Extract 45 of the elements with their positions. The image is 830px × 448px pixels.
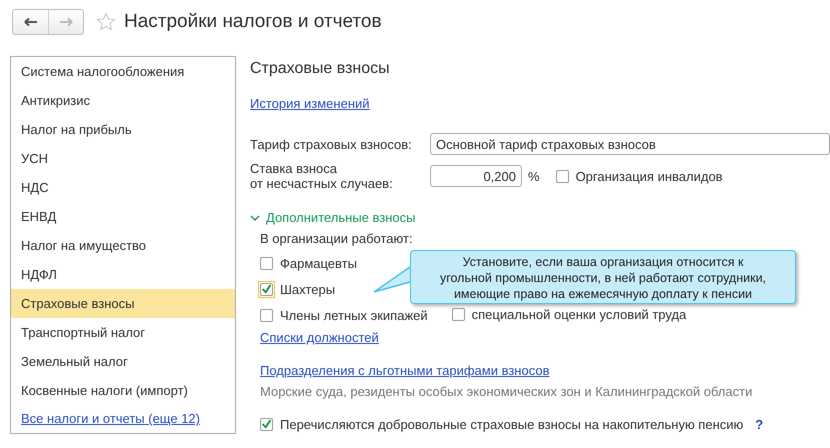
check-icon (261, 282, 272, 296)
units-note: Морские суда, резиденты особых экономических зон и Калининградской области (260, 384, 752, 399)
tooltip: Установите, если ваша организация относится к угольной промышленности, в ней работают сотрудники, имеющие право на ежемесячную доплату к пенсии (410, 250, 796, 304)
checkbox[interactable] (258, 254, 275, 272)
sidebar-item[interactable]: Налог на прибыль (11, 115, 235, 144)
sidebar-item[interactable]: Транспортный налог (11, 318, 235, 347)
sidebar-item[interactable]: Земельный налог (11, 347, 235, 376)
sidebar-item[interactable]: Система налогообложения (11, 57, 235, 86)
positions-link[interactable]: Списки должностей (260, 330, 379, 345)
help-link[interactable]: ? (755, 416, 764, 432)
checkbox-label: Перечисляются добровольные страховые взносы на накопительную пенсию (280, 416, 744, 432)
checkbox[interactable] (554, 168, 571, 184)
tariff-label: Тариф страховых взносов: (250, 136, 413, 152)
sidebar-item[interactable]: Антикризис (11, 86, 235, 115)
sidebar-item[interactable]: Косвенные налоги (импорт) (11, 376, 235, 405)
checkbox[interactable] (258, 306, 275, 324)
workers-label: В организации работают: (260, 231, 413, 246)
sidebar-item[interactable]: НДС (11, 173, 235, 202)
tariff-field[interactable]: Основной тариф страховых взносов (430, 133, 830, 155)
chevron-icon (250, 212, 260, 222)
history-link[interactable]: История изменений (250, 96, 370, 111)
window-title: Настройки налогов и отчетов (124, 11, 382, 33)
left-arrow-icon (24, 17, 38, 27)
check-icon (261, 417, 272, 431)
star-icon[interactable] (96, 12, 116, 32)
right-arrow-icon (59, 17, 73, 27)
sidebar-item[interactable]: ЕНВД (11, 202, 235, 231)
units-link[interactable]: Подразделения с льготными тарифами взносов (260, 363, 550, 378)
sidebar-item[interactable]: Страховые взносы (11, 289, 235, 318)
sidebar-item[interactable]: НДФЛ (11, 260, 235, 289)
checkbox-label: Фармацевты (280, 256, 357, 270)
sidebar-item[interactable]: УСН (11, 144, 235, 173)
checkbox-label: Организация инвалидов (576, 168, 723, 184)
rate-field[interactable]: 0,200 (430, 165, 522, 187)
checkbox-label: Шахтеры (280, 282, 336, 296)
checkbox[interactable] (450, 306, 467, 323)
rate-label: Ставка взноса от несчастных случаев: (250, 161, 394, 191)
checkbox-label: специальной оценки условий труда (472, 307, 686, 322)
checkbox[interactable] (258, 416, 275, 432)
checkbox[interactable] (258, 280, 275, 298)
section-heading: Страховые взносы (250, 60, 390, 78)
sidebar-item[interactable]: Налог на имущество (11, 231, 235, 260)
all-taxes-link[interactable]: Все налоги и отчеты (еще 12) (21, 411, 200, 426)
percent-label: % (528, 168, 540, 184)
checkbox-label: Члены летных экипажей (280, 308, 428, 322)
